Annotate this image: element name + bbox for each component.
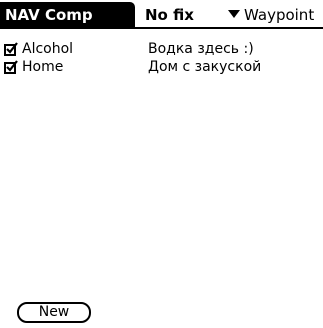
app-title[interactable]: NAV Comp bbox=[0, 2, 135, 28]
waypoint-note: Водка здесь :) bbox=[148, 41, 254, 57]
category-dropdown[interactable]: Waypoint bbox=[228, 2, 314, 28]
triangle-down-icon bbox=[228, 9, 240, 18]
new-button[interactable]: New bbox=[17, 302, 91, 323]
list-item[interactable]: Home Дом с закуской bbox=[0, 58, 323, 76]
checkbox-checked-icon[interactable] bbox=[4, 42, 18, 56]
list-item[interactable]: Alcohol Водка здесь :) bbox=[0, 40, 323, 58]
waypoint-list: Alcohol Водка здесь :) Home Дом с закуск… bbox=[0, 40, 323, 76]
category-label: Waypoint bbox=[244, 6, 315, 24]
gps-status: No fix bbox=[145, 6, 194, 24]
waypoint-name: Alcohol bbox=[22, 41, 74, 57]
waypoint-note: Дом с закуской bbox=[148, 59, 262, 75]
checkbox-checked-icon[interactable] bbox=[4, 60, 18, 74]
title-bar: NAV Comp No fix Waypoint bbox=[0, 0, 323, 30]
waypoint-name: Home bbox=[22, 59, 64, 75]
